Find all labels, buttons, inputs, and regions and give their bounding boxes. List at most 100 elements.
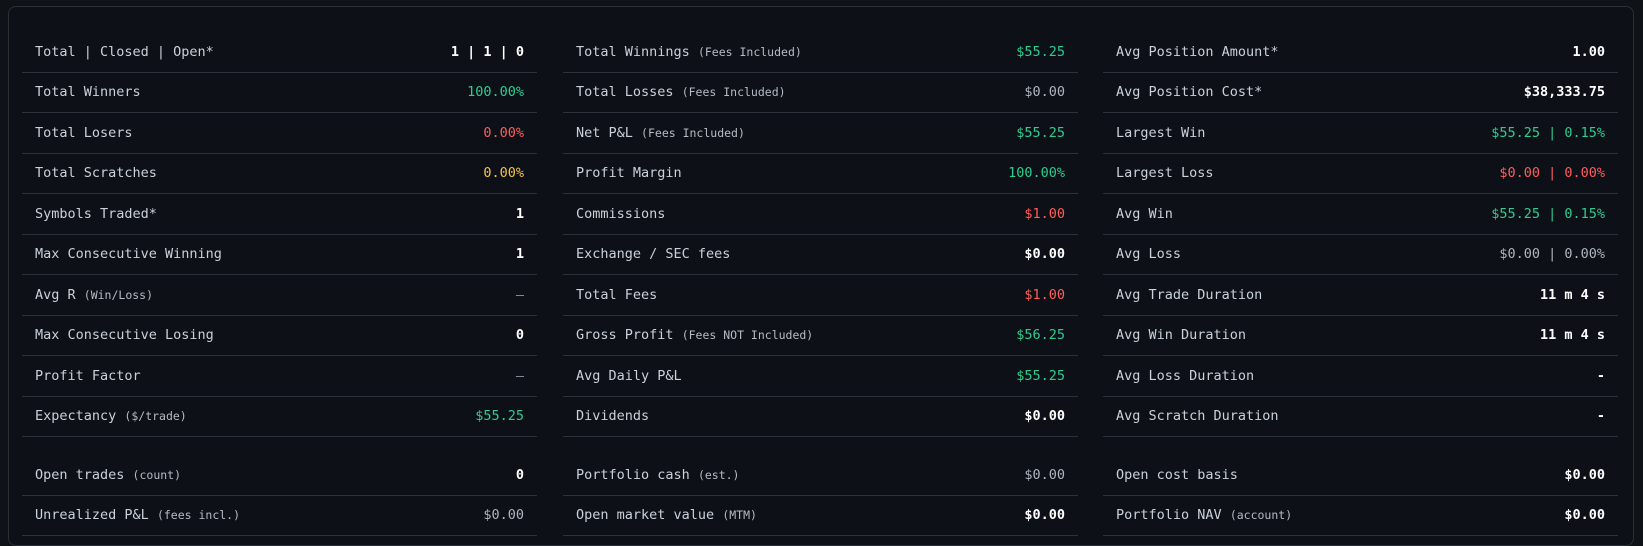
- stat-label: Avg Position Amount*: [1116, 44, 1279, 60]
- stat-row: Avg Win $55.25 | 0.15%: [1103, 194, 1618, 235]
- stat-label: Avg Daily P&L: [576, 368, 682, 384]
- stat-label: Avg Trade Duration: [1116, 287, 1262, 303]
- stat-row: Profit Factor —: [22, 356, 537, 397]
- stat-row: Total Losers 0.00%: [22, 113, 537, 154]
- stat-label: Total Losses (Fees Included): [576, 84, 786, 100]
- stat-label: Exchange / SEC fees: [576, 246, 730, 262]
- stat-row: Symbols Traded* 1: [22, 194, 537, 235]
- stat-label-qualifier: (Fees Included): [697, 44, 802, 59]
- stat-label-text: Avg Loss Duration: [1116, 367, 1255, 384]
- stat-label: Profit Factor: [35, 368, 141, 384]
- stat-label-qualifier: (account): [1229, 508, 1293, 523]
- stat-label-text: Total Winnings: [576, 43, 690, 60]
- stat-row: Total Fees $1.00: [563, 275, 1078, 316]
- stat-label-text: Avg Loss: [1116, 246, 1182, 263]
- stat-row: Total Losses (Fees Included) $0.00: [563, 73, 1078, 113]
- stat-value: $55.25 | 0.15%: [1491, 124, 1605, 141]
- stat-value: $55.25: [1016, 43, 1065, 60]
- stat-label: Total Winners: [35, 84, 141, 100]
- stat-label-qualifier: (est.): [697, 467, 740, 482]
- stat-row: Total Winnings (Fees Included) $55.25: [563, 32, 1078, 73]
- stat-label-qualifier: (Fees NOT Included): [681, 328, 814, 343]
- stat-label-text: Avg Scratch Duration: [1116, 408, 1279, 425]
- stats-column-3: Avg Position Amount* 1.00 Avg Position Cos…: [1103, 32, 1618, 536]
- stat-value: $0.00 | 0.00%: [1499, 165, 1605, 182]
- stat-value: 100.00%: [467, 84, 524, 101]
- stat-label-text: Commissions: [576, 205, 666, 222]
- stat-label: Avg Win: [1116, 206, 1173, 222]
- stat-row: Profit Margin 100.00%: [563, 154, 1078, 194]
- stat-label-text: Exchange / SEC fees: [576, 246, 731, 263]
- stat-label-text: Largest Win: [1116, 124, 1206, 141]
- stat-value: $38,333.75: [1523, 84, 1605, 101]
- stat-label-text: Net P&L: [576, 124, 633, 141]
- stat-value: 0.00%: [483, 165, 524, 182]
- stat-value: 11 m 4 s: [1539, 327, 1605, 344]
- stat-label-text: Open cost basis: [1116, 466, 1238, 483]
- stat-value: $0.00: [1024, 246, 1065, 263]
- stat-value: $0.00: [1564, 507, 1605, 524]
- stat-value: $0.00: [483, 507, 524, 524]
- stat-label: Open trades (count): [35, 467, 181, 483]
- stat-value: $55.25: [1016, 367, 1065, 384]
- stat-label-qualifier: (Fees Included): [681, 85, 786, 100]
- stat-label-text: Total | Closed | Open*: [35, 43, 214, 60]
- stat-label: Net P&L (Fees Included): [576, 125, 745, 141]
- stat-row: Max Consecutive Winning 1: [22, 235, 537, 275]
- stat-row: Commissions $1.00: [563, 194, 1078, 235]
- stat-label: Avg R (Win/Loss): [35, 287, 153, 303]
- stat-label-text: Avg Position Cost*: [1116, 84, 1263, 101]
- stat-label: Symbols Traded*: [35, 206, 157, 222]
- stats-panel: Total | Closed | Open* 1 | 1 | 0 Total Win…: [8, 6, 1634, 546]
- stat-label: Expectancy ($/trade): [35, 408, 187, 424]
- stat-row: Avg Scratch Duration -: [1103, 397, 1618, 437]
- stat-row: Expectancy ($/trade) $55.25: [22, 397, 537, 437]
- stat-row: Avg Daily P&L $55.25: [563, 356, 1078, 397]
- stat-row: Avg Position Cost* $38,333.75: [1103, 73, 1618, 113]
- stat-label-qualifier: ($/trade): [124, 409, 187, 424]
- stat-row: Avg Trade Duration 11 m 4 s: [1103, 275, 1618, 316]
- stat-label: Total Losers: [35, 125, 133, 141]
- stat-value: 1: [515, 246, 524, 263]
- stat-value: 1.00: [1572, 43, 1605, 60]
- stat-label-text: Open market value: [576, 507, 715, 524]
- stat-label: Avg Scratch Duration: [1116, 408, 1279, 424]
- stat-label: Avg Loss Duration: [1116, 368, 1254, 384]
- stat-row: Unrealized P&L (fees incl.) $0.00: [22, 496, 537, 536]
- stat-label: Total | Closed | Open*: [35, 44, 214, 60]
- stat-label-text: Avg Win Duration: [1116, 327, 1247, 344]
- stat-label: Profit Margin: [576, 165, 682, 181]
- stat-label: Total Winnings (Fees Included): [576, 44, 802, 60]
- stat-row: Avg Loss $0.00 | 0.00%: [1103, 235, 1618, 275]
- stat-value: $55.25 | 0.15%: [1491, 205, 1605, 222]
- stat-row: Exchange / SEC fees $0.00: [563, 235, 1078, 275]
- stat-label: Largest Loss: [1116, 165, 1214, 181]
- stat-row: Avg R (Win/Loss) —: [22, 275, 537, 316]
- stat-value: $55.25: [1016, 124, 1065, 141]
- stat-label: Avg Win Duration: [1116, 327, 1246, 343]
- stat-value: $1.00: [1024, 286, 1065, 303]
- stat-label: Dividends: [576, 408, 649, 424]
- stats-column-1: Total | Closed | Open* 1 | 1 | 0 Total Win…: [22, 32, 537, 536]
- stat-label-text: Total Losses: [576, 84, 674, 101]
- stat-label-text: Avg Win: [1116, 205, 1173, 222]
- stat-row: Net P&L (Fees Included) $55.25: [563, 113, 1078, 154]
- stat-value: $1.00: [1024, 205, 1065, 222]
- stat-label-text: Avg Position Amount*: [1116, 43, 1279, 60]
- stat-label-text: Open trades: [35, 466, 125, 483]
- stat-value: $0.00: [1024, 466, 1065, 483]
- stat-label: Commissions: [576, 206, 665, 222]
- stat-label-qualifier: (fees incl.): [156, 508, 241, 523]
- stat-row: Portfolio cash (est.) $0.00: [563, 455, 1078, 496]
- stat-label-text: Unrealized P&L: [35, 507, 149, 524]
- stat-label-qualifier: (Fees Included): [641, 125, 745, 140]
- stat-label-text: Portfolio cash: [576, 466, 690, 483]
- stat-value: 1: [515, 205, 524, 222]
- stat-label-text: Avg Daily P&L: [576, 367, 682, 384]
- stat-row: Total Scratches 0.00%: [22, 154, 537, 194]
- stat-label: Open cost basis: [1116, 467, 1238, 483]
- stat-label-text: Profit Margin: [576, 165, 682, 182]
- stat-label-text: Dividends: [576, 408, 650, 425]
- stat-row: Portfolio NAV (account) $0.00: [1103, 496, 1618, 536]
- stat-row: Open trades (count) 0: [22, 455, 537, 496]
